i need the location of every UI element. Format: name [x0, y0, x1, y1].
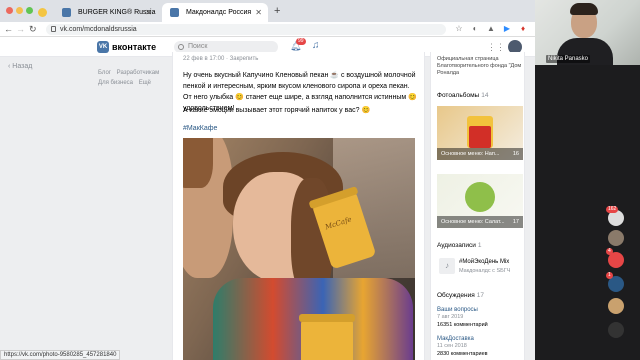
maximize-window-button[interactable]: [26, 7, 33, 14]
reload-icon[interactable]: ↻: [29, 23, 37, 36]
album-caption: Основное меню: Нап... 16: [437, 148, 523, 160]
album-card[interactable]: Основное меню: Салат... 17: [437, 174, 523, 228]
album-count: 16: [512, 151, 519, 157]
close-tab-icon[interactable]: ✕: [145, 3, 152, 22]
chat-badge: 4: [606, 248, 613, 255]
vk-logo-icon[interactable]: VK: [97, 41, 109, 53]
albums-header[interactable]: Фотоальбомы 14: [437, 92, 488, 100]
album-card[interactable]: Основное меню: Нап... 16: [437, 106, 523, 160]
extension-icon[interactable]: ▶: [502, 24, 512, 34]
vk-favicon-icon: [62, 8, 71, 17]
new-tab-button[interactable]: +: [274, 3, 280, 20]
audio-label: Аудиозаписи: [437, 242, 476, 249]
albums-count: 14: [481, 92, 489, 99]
fund-description: Официальная страница Благотворительного …: [437, 56, 522, 76]
tab-burger-king[interactable]: BURGER KING® Russia ✕: [54, 3, 158, 22]
album-caption: Основное меню: Салат... 17: [437, 216, 523, 228]
footer-link[interactable]: Блог: [98, 70, 111, 76]
webcam-panel: [535, 0, 640, 360]
status-url-bar: https://vk.com/photo-9580285_457281840: [0, 350, 121, 360]
notifications-badge: 99: [296, 38, 306, 45]
minimize-window-button[interactable]: [16, 7, 23, 14]
topic-comments: 2830 комментариев: [437, 351, 488, 357]
topic-comments: 16351 комментарий: [437, 322, 488, 328]
chat-avatar[interactable]: [608, 298, 624, 314]
fries-image: [467, 116, 493, 148]
tab-label: Макдоналдс Россия: [186, 9, 252, 16]
back-link[interactable]: ‹ Назад: [8, 62, 32, 71]
footer-link[interactable]: Для бизнеса: [98, 80, 133, 86]
discussions-count: 17: [476, 292, 485, 299]
star-icon[interactable]: ☆: [454, 24, 464, 34]
chat-avatar[interactable]: [608, 322, 624, 338]
address-bar[interactable]: vk.com/mcdonaldsrussia: [46, 24, 446, 35]
chat-avatar[interactable]: [608, 230, 624, 246]
photo-hair: [183, 138, 213, 188]
extension-icon[interactable]: ◐: [470, 24, 480, 34]
pepper-extension-icon[interactable]: ♦: [518, 24, 528, 34]
close-window-button[interactable]: [6, 7, 13, 14]
vk-logo-text[interactable]: вконтакте: [112, 41, 156, 53]
discussions-label: Обсуждения: [437, 292, 475, 299]
post-photo[interactable]: McCafe: [183, 138, 415, 360]
audio-title[interactable]: #МойЭкоДень Mix: [459, 258, 509, 266]
vk-favicon-icon: [170, 8, 179, 17]
browser-toolbar: ← → ↻ vk.com/mcdonaldsrussia ☆ ◐ ▲ ▶ ♦: [0, 22, 535, 37]
album-count: 17: [512, 219, 519, 225]
topic-link[interactable]: Ваши вопросы: [437, 306, 478, 314]
cup-label: McCafe: [324, 215, 353, 232]
screen: BURGER KING® Russia ✕ Макдоналдс Россия …: [0, 0, 640, 360]
presenter-hair: [570, 3, 598, 15]
back-arrow-icon[interactable]: ←: [4, 23, 13, 36]
browser-tab-bar: BURGER KING® Russia ✕ Макдоналдс Россия …: [0, 0, 535, 22]
album-title: Основное меню: Нап...: [441, 151, 500, 157]
tab-mcdonalds[interactable]: Макдоналдс Россия ✕: [162, 3, 268, 22]
discussions-header[interactable]: Обсуждения 17: [437, 292, 484, 300]
post-question: А какие эмоции вызывает этот горячий нап…: [183, 107, 371, 114]
music-note-icon[interactable]: ♪: [439, 258, 455, 274]
url-text: vk.com/mcdonaldsrussia: [60, 26, 137, 33]
topic-link[interactable]: МакДоставка: [437, 335, 474, 343]
footer-links: Блог Разработчикам Для бизнеса Ещё: [98, 68, 168, 88]
webcam-name-label: Nikita Panasko: [546, 55, 591, 63]
audio-header[interactable]: Аудиозаписи 1: [437, 242, 482, 250]
topic-date: 11 сен 2018: [437, 343, 467, 349]
audio-subtitle: Макдоналдс с SБГЧ: [459, 268, 511, 274]
pinned-tab[interactable]: [36, 3, 50, 22]
chat-badge: 162: [606, 206, 619, 213]
download-icon[interactable]: ▲: [486, 24, 496, 34]
footer-link[interactable]: Разработчикам: [117, 70, 160, 76]
salad-image: [465, 182, 495, 212]
close-tab-icon[interactable]: ✕: [255, 3, 262, 22]
footer-link[interactable]: Ещё: [139, 80, 151, 86]
topic-date: 7 авг 2019: [437, 314, 464, 320]
community-sidebar: Официальная страница Благотворительного …: [430, 52, 525, 360]
lock-icon: [51, 26, 56, 32]
post-meta: 22 фев в 17:00 · Закрепить: [183, 56, 259, 62]
chat-badge: 1: [606, 272, 613, 279]
cup-lid: [299, 314, 355, 322]
back-link-label: Назад: [12, 63, 33, 70]
album-title: Основное меню: Салат...: [441, 219, 505, 225]
pinned-tab-favicon-icon: [38, 8, 47, 17]
fries-box: [469, 126, 491, 148]
coffee-cup: [299, 314, 355, 360]
search-icon: [178, 44, 184, 50]
music-icon[interactable]: ♫: [312, 40, 320, 52]
hashtag-link[interactable]: #МакКафе: [183, 124, 217, 133]
albums-label: Фотоальбомы: [437, 92, 480, 99]
forward-arrow-icon[interactable]: →: [16, 23, 25, 36]
search-placeholder: Поиск: [188, 43, 208, 50]
tab-label: BURGER KING® Russia: [78, 9, 156, 16]
audio-count: 1: [477, 242, 482, 249]
wall-post: 22 фев в 17:00 · Закрепить Ну очень вкус…: [172, 52, 425, 360]
